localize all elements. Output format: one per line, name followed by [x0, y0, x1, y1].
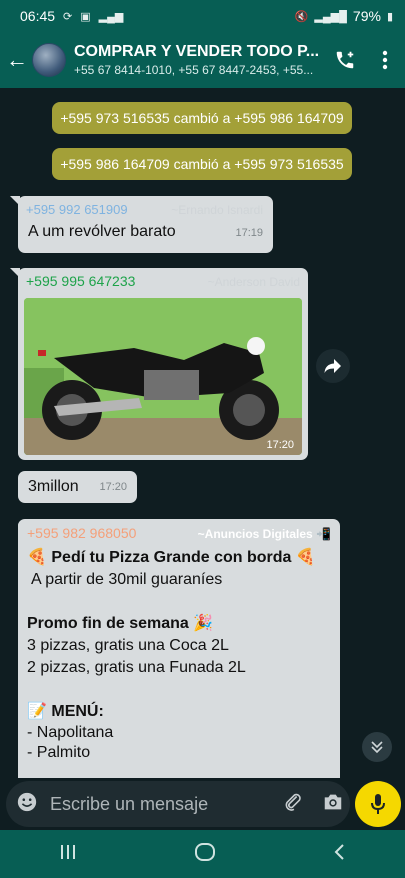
group-avatar[interactable] — [32, 43, 66, 77]
pizza-icon: 🍕 — [27, 549, 47, 566]
system-nav-bar — [0, 830, 405, 878]
attach-icon[interactable] — [282, 791, 304, 818]
sender-phone[interactable]: +595 995 647233 — [26, 273, 135, 289]
recent-apps-icon[interactable] — [59, 843, 77, 866]
message-text: 3millon — [28, 478, 79, 495]
chat-title-area[interactable]: COMPRAR Y VENDER TODO P... +55 67 8414-1… — [74, 43, 325, 77]
add-call-icon[interactable] — [325, 49, 365, 71]
message-bubble[interactable]: +595 992 651909 ~Ernando Isnardi A um re… — [10, 196, 273, 253]
image-time: 17:20 — [266, 439, 294, 451]
memo-icon: 📝 — [27, 703, 47, 720]
message-line: 3 pizzas, gratis una Coca 2L — [27, 637, 229, 654]
chat-area[interactable]: +595 973 516535 cambió a +595 986 164709… — [0, 88, 405, 778]
sender-phone[interactable]: +595 992 651909 — [26, 202, 128, 217]
bubble-tail — [10, 196, 20, 206]
group-title: COMPRAR Y VENDER TODO P... — [74, 43, 320, 60]
message-bubble[interactable]: 3millon 17:20 — [18, 471, 137, 503]
phone-emoji-icon: 📲 — [316, 527, 331, 541]
battery-level: 79% — [352, 8, 381, 24]
bubble-tail — [18, 519, 20, 529]
network-icon: ▂▄▆█ — [314, 10, 347, 23]
message-time: 17:19 — [235, 227, 263, 239]
signal-icon: ▂▄▆ — [98, 10, 124, 23]
sender-name: ~Ernando Isnardi — [171, 203, 263, 217]
voice-record-button[interactable] — [355, 781, 401, 827]
message-composer — [6, 781, 350, 827]
group-members: +55 67 8414-1010, +55 67 8447-2453, +55.… — [74, 63, 314, 77]
microphone-icon — [371, 794, 385, 814]
back-arrow-icon[interactable]: ← — [2, 47, 32, 73]
party-icon: 🎉 — [193, 615, 214, 632]
sender-name: ~Anuncios Digitales 📲 — [197, 527, 331, 541]
mute-icon: 🔇 — [294, 10, 309, 23]
motorcycle-photo[interactable]: 17:20 — [24, 298, 302, 455]
promo-heading: 🍕 Pedí tu Pizza Grande con borda 🍕 — [27, 549, 316, 566]
status-bar: 06:45 ⟳ ▣ ▂▄▆ 🔇 ▂▄▆█ 79% ▮ — [0, 0, 405, 32]
chat-header: ← COMPRAR Y VENDER TODO P... +55 67 8414… — [0, 32, 405, 88]
emoji-icon[interactable] — [16, 791, 38, 818]
clock: 06:45 — [20, 8, 56, 24]
system-message: +595 973 516535 cambió a +595 986 164709 — [52, 102, 352, 134]
system-message: +595 986 164709 cambió a +595 973 516535 — [52, 148, 352, 180]
home-icon[interactable] — [194, 842, 216, 867]
scroll-to-bottom-button[interactable] — [362, 732, 392, 762]
gallery-icon: ▣ — [80, 10, 91, 23]
sender-phone[interactable]: +595 982 968050 — [27, 525, 136, 541]
message-text: A um revólver barato — [28, 223, 176, 240]
message-line: - Napolitana — [27, 724, 114, 741]
promo-weekend: Promo fin de semana 🎉 — [27, 615, 214, 632]
forward-button[interactable] — [316, 349, 350, 383]
message-time: 17:20 — [99, 481, 127, 493]
message-bubble[interactable]: +595 982 968050 ~Anuncios Digitales 📲 🍕 … — [18, 519, 340, 778]
battery-icon: ▮ — [386, 10, 393, 23]
bubble-tail — [10, 268, 20, 278]
image-message[interactable]: +595 995 647233 ~Anderson David 17:20 — [10, 268, 308, 460]
sender-name: ~Anderson David — [207, 275, 300, 289]
message-line: 2 pizzas, gratis una Funada 2L — [27, 659, 246, 676]
message-line: A partir de 30mil guaraníes — [31, 571, 223, 588]
composer-bar — [0, 778, 405, 830]
sync-icon: ⟳ — [63, 10, 73, 23]
message-input[interactable] — [50, 793, 282, 815]
more-options-icon[interactable] — [365, 50, 405, 70]
camera-icon[interactable] — [322, 792, 344, 817]
back-nav-icon[interactable] — [333, 843, 347, 866]
menu-heading: 📝 MENÚ: — [27, 703, 104, 720]
pizza-icon: 🍕 — [295, 549, 316, 566]
message-line: - Palmito — [27, 744, 91, 761]
